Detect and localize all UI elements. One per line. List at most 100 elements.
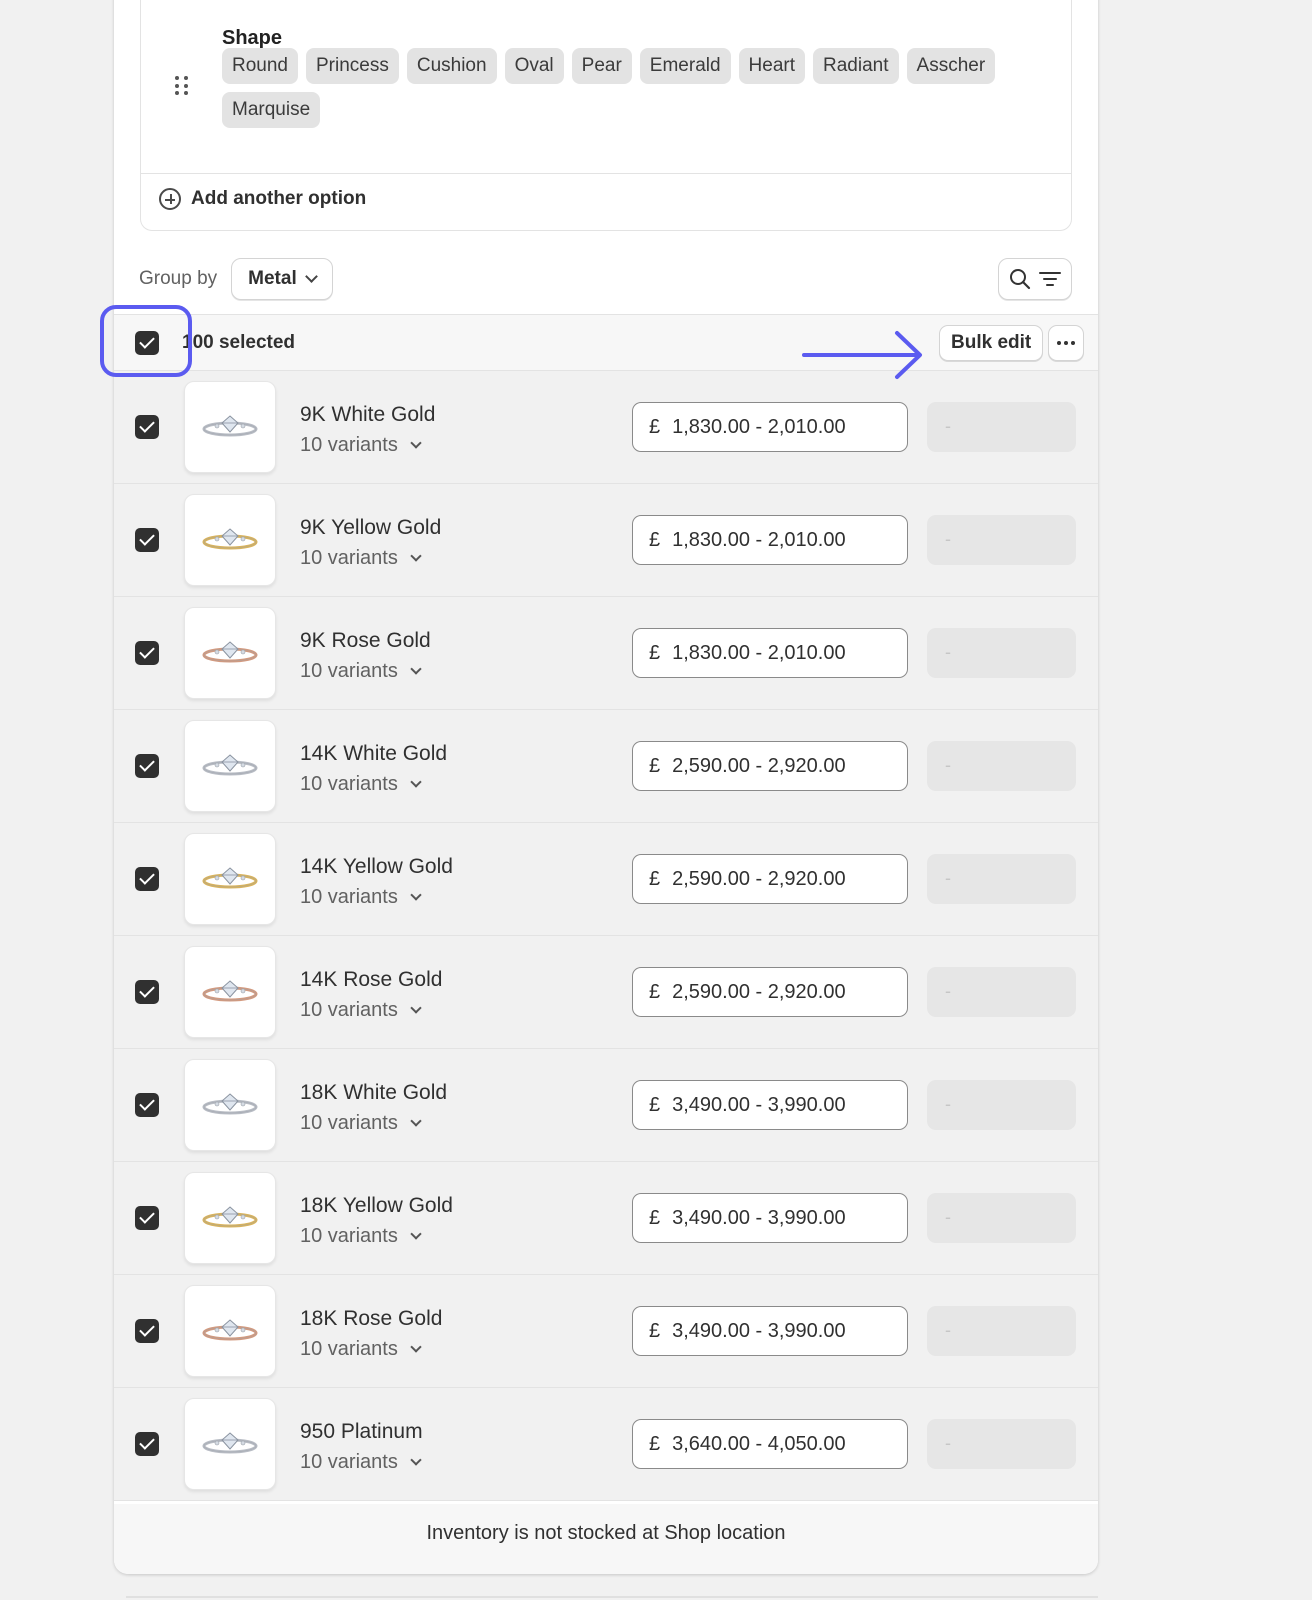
option-value-chip[interactable]: Emerald: [639, 48, 731, 84]
variants-toggle[interactable]: 10 variants: [300, 434, 422, 457]
price-range-value: 3,490.00 - 3,990.00: [672, 1093, 846, 1116]
variant-group-row[interactable]: 14K White Gold 10 variants £2,590.00 - 2,9…: [114, 710, 1098, 823]
variant-group-row[interactable]: 9K Rose Gold 10 variants £1,830.00 - 2,010…: [114, 597, 1098, 710]
variant-group-row[interactable]: 950 Platinum 10 variants £3,640.00 - 4,050…: [114, 1388, 1098, 1501]
drag-handle-icon[interactable]: [175, 76, 189, 96]
variant-group-row[interactable]: 9K White Gold 10 variants £1,830.00 - 2,01…: [114, 371, 1098, 484]
price-range-field[interactable]: £3,640.00 - 4,050.00: [632, 1419, 908, 1469]
quantity-field-disabled: -: [927, 1419, 1076, 1469]
variant-group-row[interactable]: 18K White Gold 10 variants £3,490.00 - 3,9…: [114, 1049, 1098, 1162]
bulk-edit-button[interactable]: Bulk edit: [939, 325, 1044, 361]
currency-symbol: £: [649, 754, 661, 777]
product-thumbnail[interactable]: [184, 720, 276, 812]
variants-toggle[interactable]: 10 variants: [300, 999, 422, 1022]
quantity-field-disabled: -: [927, 1193, 1076, 1243]
variants-toggle[interactable]: 10 variants: [300, 886, 422, 909]
row-checkbox[interactable]: [135, 867, 159, 891]
option-editor: Shape Round Princess Cushion Oval Pear Emeral…: [140, 0, 1072, 231]
variant-group-title: 14K White Gold: [300, 742, 448, 765]
row-checkbox[interactable]: [135, 1093, 159, 1117]
price-range-field[interactable]: £1,830.00 - 2,010.00: [632, 515, 908, 565]
row-checkbox[interactable]: [135, 754, 159, 778]
variants-toggle[interactable]: 10 variants: [300, 1225, 422, 1248]
variants-count: 10 variants: [300, 1225, 398, 1247]
price-range-field[interactable]: £3,490.00 - 3,990.00: [632, 1193, 908, 1243]
option-value-chip[interactable]: Heart: [738, 48, 806, 84]
product-thumbnail[interactable]: [184, 494, 276, 586]
variants-toggle[interactable]: 10 variants: [300, 1451, 422, 1474]
variant-group-row[interactable]: 14K Rose Gold 10 variants £2,590.00 - 2,92…: [114, 936, 1098, 1049]
price-range-field[interactable]: £2,590.00 - 2,920.00: [632, 854, 908, 904]
option-value-chip[interactable]: Cushion: [406, 48, 497, 84]
product-thumbnail[interactable]: [184, 381, 276, 473]
product-thumbnail[interactable]: [184, 1059, 276, 1151]
currency-symbol: £: [649, 867, 661, 890]
row-checkbox[interactable]: [135, 980, 159, 1004]
more-actions-button[interactable]: [1048, 325, 1084, 361]
variants-count: 10 variants: [300, 660, 398, 682]
variants-count: 10 variants: [300, 1112, 398, 1134]
price-range-field[interactable]: £1,830.00 - 2,010.00: [632, 628, 908, 678]
price-range-field[interactable]: £1,830.00 - 2,010.00: [632, 402, 908, 452]
option-value-chip[interactable]: Asscher: [906, 48, 996, 84]
variant-group-row[interactable]: 14K Yellow Gold 10 variants £2,590.00 - 2,…: [114, 823, 1098, 936]
row-checkbox[interactable]: [135, 528, 159, 552]
variant-group-row[interactable]: 18K Rose Gold 10 variants £3,490.00 - 3,99…: [114, 1275, 1098, 1388]
product-thumbnail[interactable]: [184, 833, 276, 925]
price-range-value: 1,830.00 - 2,010.00: [672, 528, 846, 551]
option-value-chip[interactable]: Oval: [504, 48, 564, 84]
quantity-field-disabled: -: [927, 515, 1076, 565]
quantity-field-disabled: -: [927, 1306, 1076, 1356]
row-checkbox[interactable]: [135, 1319, 159, 1343]
chevron-down-icon: [410, 889, 422, 901]
variants-toggle[interactable]: 10 variants: [300, 773, 422, 796]
product-thumbnail[interactable]: [184, 1398, 276, 1490]
variant-group-row[interactable]: 9K Yellow Gold 10 variants £1,830.00 - 2,0…: [114, 484, 1098, 597]
variant-group-title: 14K Rose Gold: [300, 968, 443, 991]
variant-group-row[interactable]: 18K Yellow Gold 10 variants £3,490.00 - 3,…: [114, 1162, 1098, 1275]
chevron-down-icon: [410, 1002, 422, 1014]
row-checkbox[interactable]: [135, 641, 159, 665]
row-checkbox[interactable]: [135, 1206, 159, 1230]
row-checkbox[interactable]: [135, 415, 159, 439]
product-thumbnail[interactable]: [184, 946, 276, 1038]
product-thumbnail[interactable]: [184, 1172, 276, 1264]
price-range-field[interactable]: £2,590.00 - 2,920.00: [632, 967, 908, 1017]
chevron-down-icon: [410, 437, 422, 449]
add-option-label: Add another option: [191, 188, 367, 209]
add-option-button[interactable]: Add another option: [159, 188, 366, 210]
search-filter-button[interactable]: [998, 258, 1072, 300]
product-thumbnail[interactable]: [184, 1285, 276, 1377]
price-range-field[interactable]: £3,490.00 - 3,990.00: [632, 1306, 908, 1356]
option-value-chip[interactable]: Round: [222, 48, 298, 84]
price-range-value: 1,830.00 - 2,010.00: [672, 641, 846, 664]
option-value-chip[interactable]: Radiant: [813, 48, 899, 84]
row-checkbox[interactable]: [135, 1432, 159, 1456]
product-thumbnail[interactable]: [184, 607, 276, 699]
variant-group-title: 9K Rose Gold: [300, 629, 431, 652]
group-by-select[interactable]: Metal: [231, 258, 333, 300]
variants-count: 10 variants: [300, 773, 398, 795]
option-value-chip[interactable]: Marquise: [222, 92, 321, 128]
quantity-field-disabled: -: [927, 628, 1076, 678]
variants-toggle[interactable]: 10 variants: [300, 1112, 422, 1135]
divider: [141, 173, 1071, 174]
chevron-down-icon: [410, 776, 422, 788]
variants-count: 10 variants: [300, 999, 398, 1021]
price-range-field[interactable]: £2,590.00 - 2,920.00: [632, 741, 908, 791]
variant-group-title: 18K White Gold: [300, 1081, 448, 1104]
group-by-label: Group by: [139, 268, 218, 289]
variants-count: 10 variants: [300, 434, 398, 456]
currency-symbol: £: [649, 1206, 661, 1229]
variants-count: 10 variants: [300, 1338, 398, 1360]
option-value-chip[interactable]: Pear: [571, 48, 632, 84]
variant-group-title: 950 Platinum: [300, 1420, 423, 1443]
variants-toggle[interactable]: 10 variants: [300, 660, 422, 683]
footer-text: Inventory is not stocked at Shop locatio…: [426, 1522, 786, 1544]
price-range-value: 3,490.00 - 3,990.00: [672, 1206, 846, 1229]
price-range-value: 1,830.00 - 2,010.00: [672, 415, 846, 438]
variants-toggle[interactable]: 10 variants: [300, 547, 422, 570]
variants-toggle[interactable]: 10 variants: [300, 1338, 422, 1361]
price-range-field[interactable]: £3,490.00 - 3,990.00: [632, 1080, 908, 1130]
option-value-chip[interactable]: Princess: [306, 48, 399, 84]
